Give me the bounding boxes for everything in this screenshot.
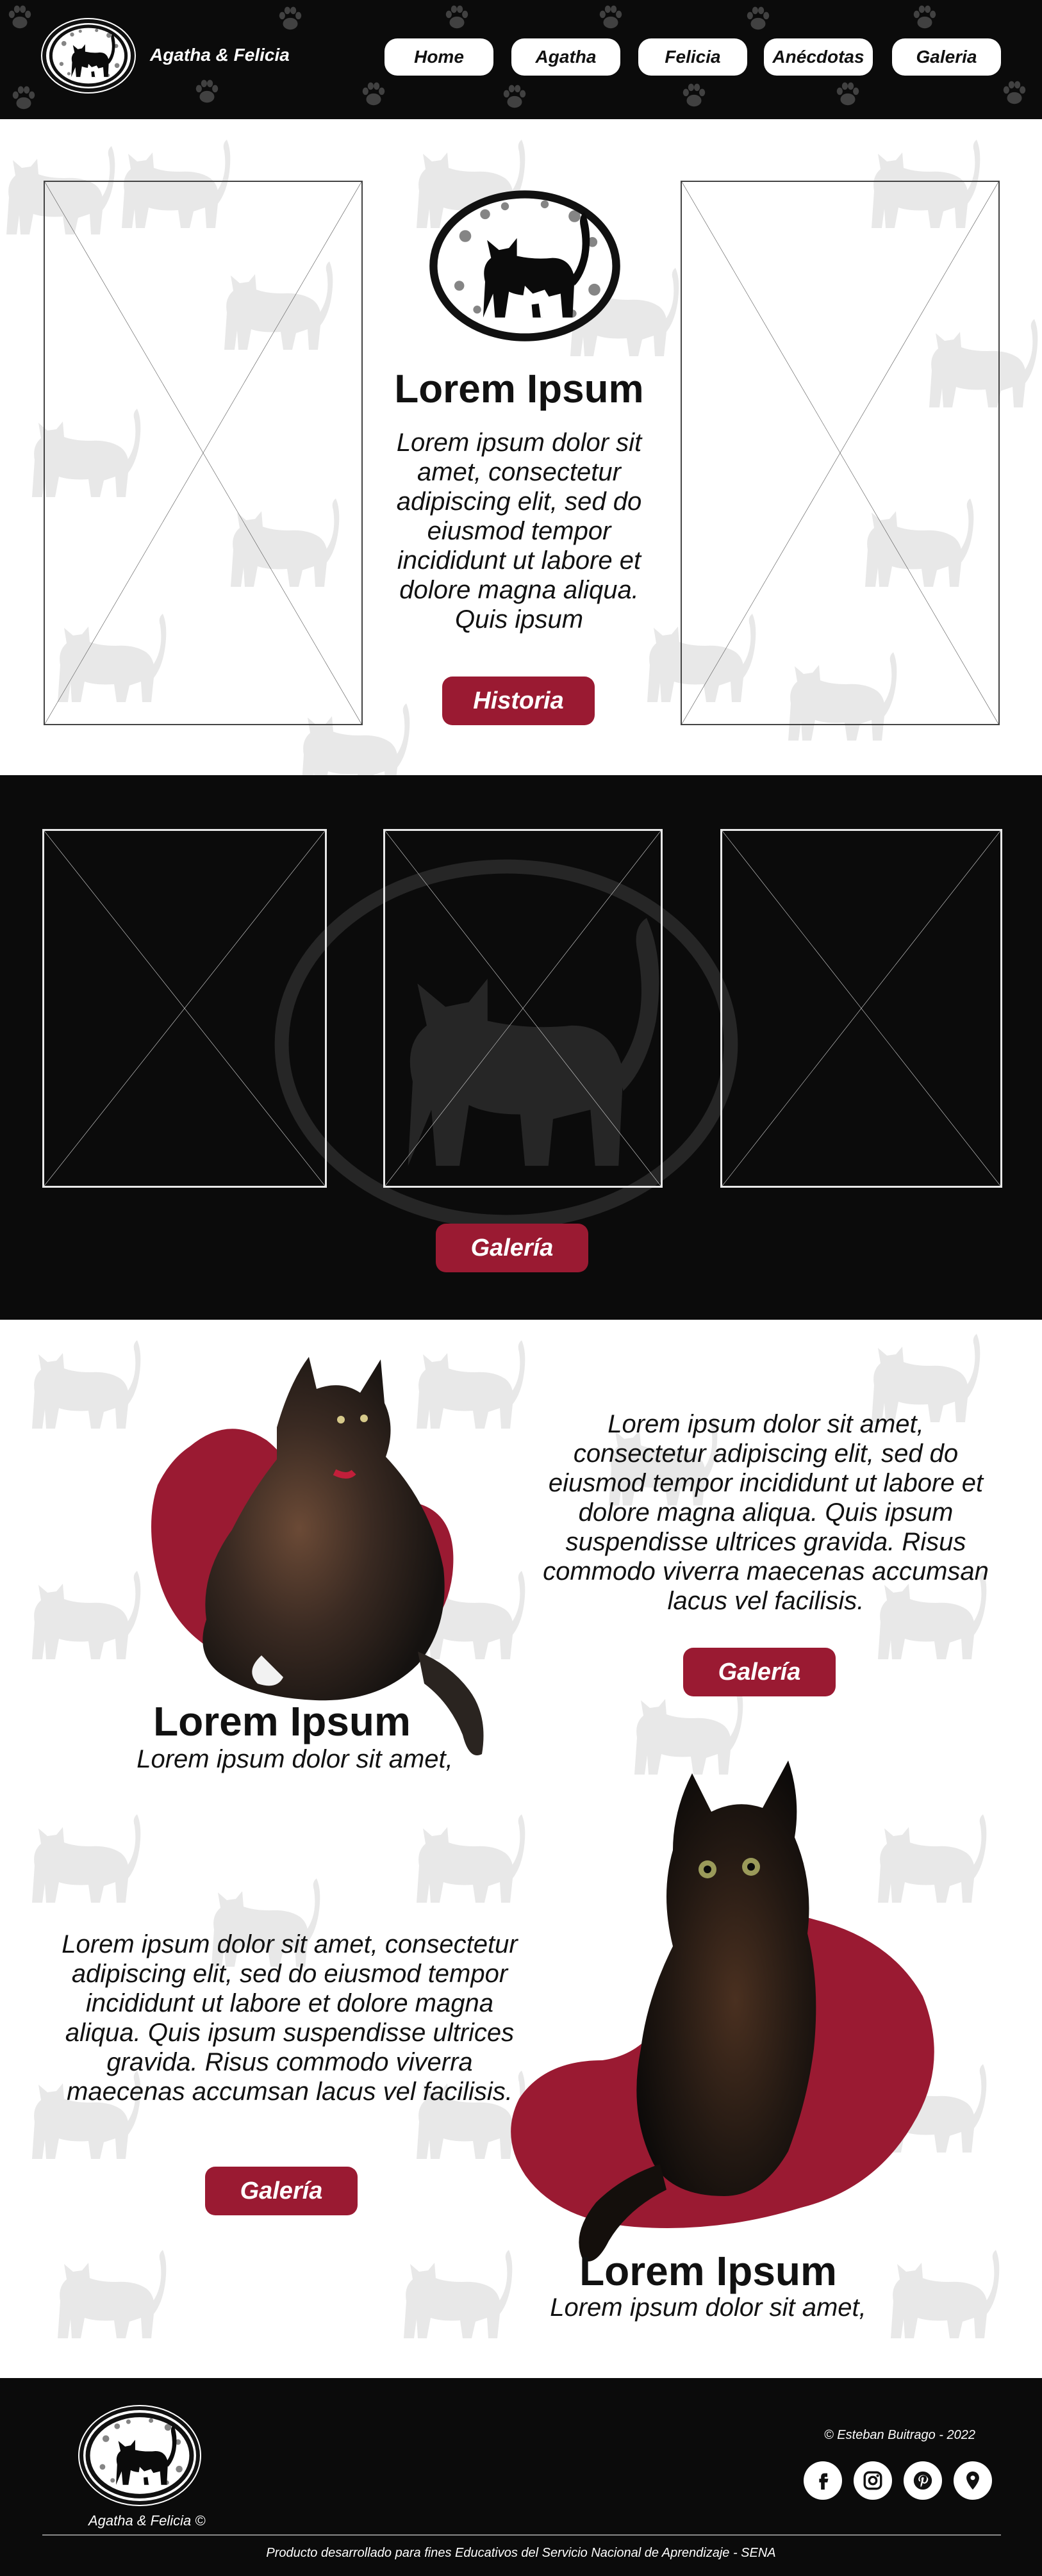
nav-felicia[interactable]: Felicia	[638, 38, 747, 76]
paw-icon	[910, 3, 939, 32]
copyright-text: © Esteban Buitrago - 2022	[824, 2428, 975, 2442]
footer-brand: Agatha & Felicia ©	[88, 2513, 206, 2529]
nav-agatha[interactable]: Agatha	[511, 38, 620, 76]
paw-icon	[359, 79, 388, 109]
hero-title: Lorem Ipsum	[394, 367, 644, 411]
paw-icon	[1000, 78, 1029, 108]
location-pin-icon[interactable]	[954, 2461, 992, 2500]
footer-divider	[42, 2534, 1001, 2536]
felicia-title: Lorem Ipsum	[579, 2248, 837, 2294]
cat-logo-icon	[83, 2410, 196, 2501]
agatha-subtitle: Lorem ipsum dolor sit amet,	[136, 1745, 453, 1773]
paw-icon	[679, 81, 709, 110]
paw-icon	[500, 82, 529, 111]
facebook-icon[interactable]	[804, 2461, 842, 2500]
cat-logo-icon	[46, 23, 131, 88]
paw-icon	[596, 3, 625, 32]
hero-logo-icon	[426, 186, 624, 346]
paw-icon	[9, 83, 38, 113]
footer-credit: Producto desarrollado para fines Educati…	[266, 2546, 776, 2560]
agatha-title: Lorem Ipsum	[153, 1698, 411, 1744]
gallery-placeholder-3[interactable]	[720, 829, 1002, 1188]
paw-icon	[192, 77, 222, 106]
paw-icon	[743, 4, 773, 33]
agatha-gallery-button[interactable]: Galería	[683, 1648, 836, 1696]
felicia-photo	[579, 1760, 816, 2261]
gallery-button[interactable]: Galería	[436, 1224, 588, 1272]
footer-logo[interactable]	[79, 2406, 200, 2505]
nav-galeria[interactable]: Galeria	[892, 38, 1001, 76]
logo[interactable]	[42, 19, 135, 92]
felicia-subtitle: Lorem ipsum dolor sit amet,	[550, 2293, 866, 2322]
paw-icon	[833, 79, 863, 109]
nav-home[interactable]: Home	[385, 38, 493, 76]
paw-icon	[5, 3, 35, 32]
paw-icon	[442, 3, 472, 32]
felicia-gallery-button[interactable]: Galería	[205, 2167, 358, 2215]
historia-button[interactable]: Historia	[442, 677, 595, 725]
felicia-text: Lorem ipsum dolor sit amet, consectetur …	[62, 1930, 518, 2106]
footer: Agatha & Felicia © © Esteban Buitrago - …	[0, 2378, 1042, 2576]
agatha-text: Lorem ipsum dolor sit amet, consectetur …	[543, 1410, 989, 1615]
hero-text: Lorem ipsum dolor sit amet, consectetur …	[396, 429, 642, 634]
gallery-placeholder-2[interactable]	[383, 829, 663, 1188]
image-placeholder-left	[44, 181, 363, 725]
image-placeholder-right	[681, 181, 1000, 725]
pinterest-icon[interactable]	[904, 2461, 942, 2500]
nav-anecdotas[interactable]: Anécdotas	[764, 38, 873, 76]
gallery-placeholder-1[interactable]	[42, 829, 327, 1188]
top-navbar: Agatha & Felicia Home Agatha Felicia Ané…	[0, 0, 1042, 119]
instagram-icon[interactable]	[854, 2461, 892, 2500]
gallery-section: Galería	[0, 775, 1042, 1320]
paw-icon	[276, 4, 305, 33]
brand-name[interactable]: Agatha & Felicia	[150, 45, 290, 65]
